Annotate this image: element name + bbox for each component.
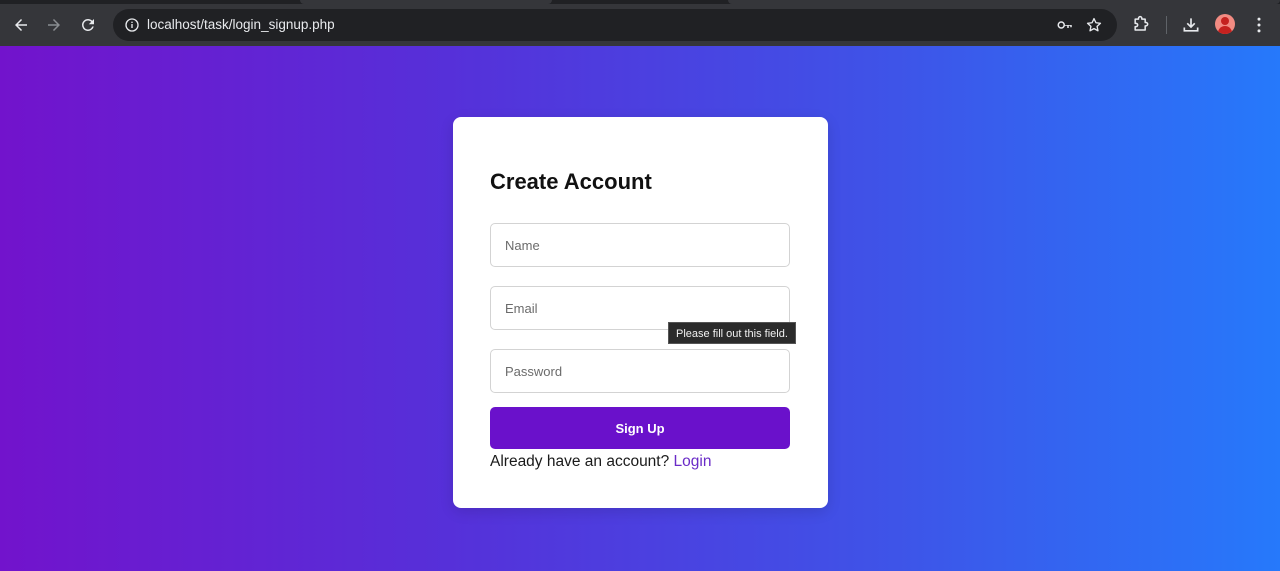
reload-icon <box>81 18 94 31</box>
avatar[interactable] <box>1215 14 1235 34</box>
login-link[interactable]: Login <box>674 453 712 470</box>
site-info-button[interactable] <box>121 14 143 36</box>
login-prompt-text: Already have an account? <box>490 453 670 470</box>
reload-button[interactable] <box>74 11 102 39</box>
puzzle-icon <box>1134 15 1149 31</box>
menu-button[interactable] <box>1247 13 1271 37</box>
password-input[interactable] <box>491 350 789 392</box>
url-text[interactable]: localhost/task/login_signup.php <box>147 17 335 32</box>
star-icon <box>1086 17 1102 32</box>
bookmark-button[interactable] <box>1084 15 1104 35</box>
downloads-button[interactable] <box>1179 13 1203 37</box>
arrow-right-icon <box>48 19 60 31</box>
browser-chrome: localhost/task/login_signup.php <box>0 0 1280 46</box>
signup-card: Create Account Sign Up Already have an a… <box>453 117 828 508</box>
page-viewport: Create Account Sign Up Already have an a… <box>0 46 1280 571</box>
name-field[interactable] <box>490 223 790 267</box>
download-icon <box>1183 18 1199 32</box>
back-button[interactable] <box>7 11 35 39</box>
password-manager-button[interactable] <box>1055 15 1075 35</box>
login-prompt: Already have an account? Login <box>490 453 711 471</box>
extensions-button[interactable] <box>1129 13 1153 37</box>
name-input[interactable] <box>491 224 789 266</box>
toolbar-separator <box>1166 16 1167 34</box>
arrow-left-icon <box>15 19 27 31</box>
address-bar[interactable]: localhost/task/login_signup.php <box>113 9 1117 41</box>
key-icon <box>1057 21 1072 29</box>
validation-tooltip: Please fill out this field. <box>668 322 796 344</box>
browser-toolbar: localhost/task/login_signup.php <box>0 4 1280 46</box>
kebab-menu-icon <box>1257 17 1261 33</box>
info-icon <box>125 18 139 32</box>
page-title: Create Account <box>490 169 652 194</box>
forward-button[interactable] <box>40 11 68 39</box>
sign-up-button[interactable]: Sign Up <box>490 407 790 449</box>
password-field[interactable] <box>490 349 790 393</box>
